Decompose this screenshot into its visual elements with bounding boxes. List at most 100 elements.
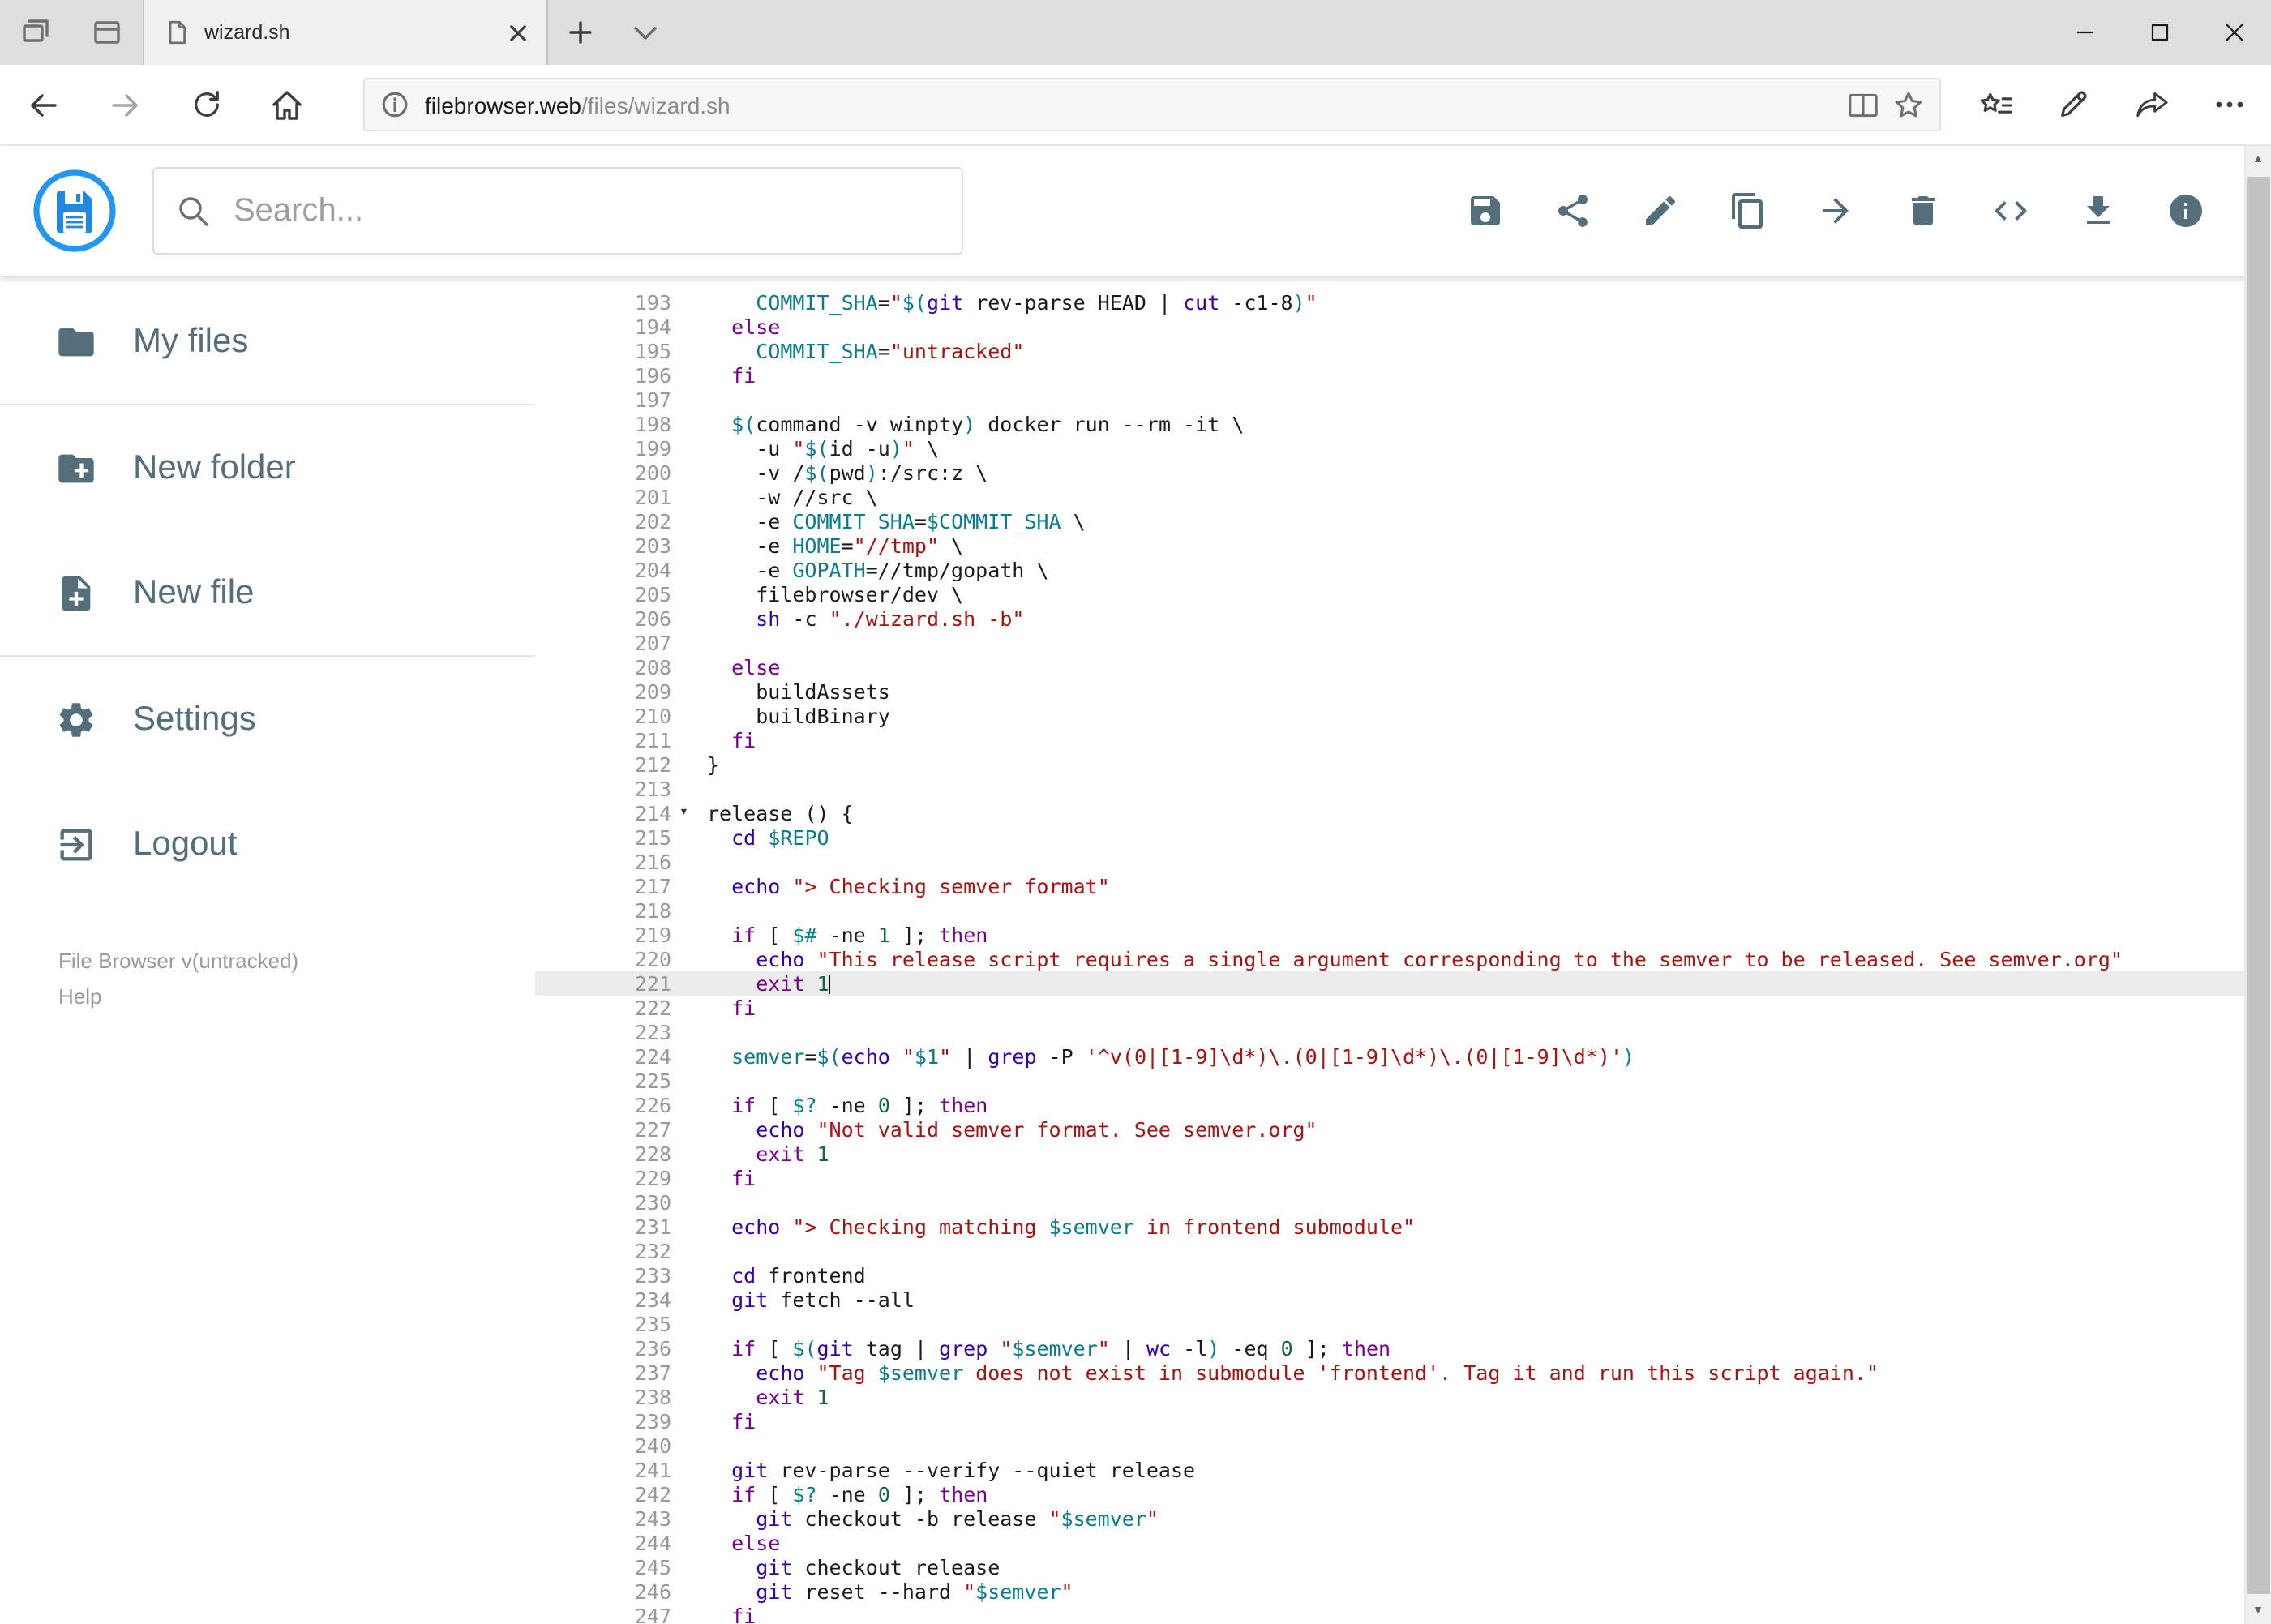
code-line[interactable]: 208 else bbox=[535, 655, 2271, 679]
web-note-button[interactable] bbox=[2034, 67, 2112, 142]
code-line[interactable]: 231 echo "> Checking matching $semver in… bbox=[535, 1215, 2271, 1239]
tab-close-icon[interactable] bbox=[509, 24, 527, 41]
tab-list-button[interactable] bbox=[613, 0, 678, 65]
code-line[interactable]: 220 echo "This release script requires a… bbox=[535, 947, 2271, 971]
code-line[interactable]: 230 bbox=[535, 1190, 2271, 1215]
code-line[interactable]: 237 echo "Tag $semver does not exist in … bbox=[535, 1360, 2271, 1385]
filebrowser-logo[interactable] bbox=[32, 169, 117, 253]
code-line[interactable]: 225 bbox=[535, 1069, 2271, 1093]
set-tabs-aside-button[interactable] bbox=[0, 0, 71, 65]
url-text[interactable]: filebrowser.web/files/wizard.sh bbox=[425, 92, 1832, 118]
browser-tab-active[interactable]: wizard.sh bbox=[143, 0, 548, 65]
fold-marker-icon[interactable]: ▾ bbox=[671, 801, 707, 825]
code-line[interactable]: 217 echo "> Checking semver format" bbox=[535, 874, 2271, 898]
share-button[interactable] bbox=[2112, 67, 2190, 142]
code-line[interactable]: 197 bbox=[535, 388, 2271, 412]
code-line[interactable]: 210 buildBinary bbox=[535, 704, 2271, 728]
code-line[interactable]: 227 echo "Not valid semver format. See s… bbox=[535, 1117, 2271, 1142]
code-line[interactable]: 216 bbox=[535, 850, 2271, 874]
code-line[interactable]: 212} bbox=[535, 752, 2271, 777]
code-line[interactable]: 244 else bbox=[535, 1531, 2271, 1555]
code-line[interactable]: 203 -e HOME="//tmp" \ bbox=[535, 533, 2271, 558]
copy-button[interactable] bbox=[1726, 190, 1768, 232]
code-line[interactable]: 234 git fetch --all bbox=[535, 1288, 2271, 1312]
code-line[interactable]: 221 exit 1 bbox=[535, 971, 2271, 996]
sidebar-item-my-files[interactable]: My files bbox=[0, 279, 535, 404]
tab-preview-button[interactable] bbox=[71, 0, 143, 65]
code-line[interactable]: 205 filebrowser/dev \ bbox=[535, 582, 2271, 606]
delete-button[interactable] bbox=[1901, 190, 1943, 232]
code-line[interactable]: 198 $(command -v winpty) docker run --rm… bbox=[535, 412, 2271, 436]
code-line[interactable]: 242 if [ $? -ne 0 ]; then bbox=[535, 1482, 2271, 1506]
save-button[interactable] bbox=[1463, 190, 1506, 232]
scroll-up-arrow[interactable]: ▲ bbox=[2245, 146, 2271, 174]
sidebar-item-new-folder[interactable]: New folder bbox=[0, 405, 535, 530]
sidebar-item-logout[interactable]: Logout bbox=[0, 782, 535, 906]
code-line[interactable]: 195 COMMIT_SHA="untracked" bbox=[535, 339, 2271, 363]
code-line[interactable]: 204 -e GOPATH=//tmp/gopath \ bbox=[535, 558, 2271, 582]
code-line[interactable]: 228 exit 1 bbox=[535, 1142, 2271, 1166]
code-line[interactable]: 224 semver=$(echo "$1" | grep -P '^v(0|[… bbox=[535, 1044, 2271, 1069]
code-line[interactable]: 215 cd $REPO bbox=[535, 825, 2271, 850]
search-box[interactable] bbox=[152, 167, 963, 255]
maximize-button[interactable] bbox=[2122, 0, 2196, 65]
code-line[interactable]: 226 if [ $? -ne 0 ]; then bbox=[535, 1093, 2271, 1117]
code-line[interactable]: 243 git checkout -b release "$semver" bbox=[535, 1506, 2271, 1531]
settings-more-button[interactable] bbox=[2190, 67, 2268, 142]
sidebar-item-settings[interactable]: Settings bbox=[0, 657, 535, 782]
address-bar[interactable]: filebrowser.web/files/wizard.sh bbox=[363, 78, 1940, 131]
new-tab-button[interactable] bbox=[548, 0, 613, 65]
code-line[interactable]: 196 fi bbox=[535, 363, 2271, 388]
scroll-down-arrow[interactable]: ▼ bbox=[2245, 1596, 2271, 1624]
code-line[interactable]: 201 -w //src \ bbox=[535, 485, 2271, 509]
sidebar-item-new-file[interactable]: New file bbox=[0, 530, 535, 655]
page-info-icon[interactable] bbox=[381, 91, 409, 118]
code-line[interactable]: 241 git rev-parse --verify --quiet relea… bbox=[535, 1458, 2271, 1482]
code-line[interactable]: 229 fi bbox=[535, 1166, 2271, 1190]
code-line[interactable]: 211 fi bbox=[535, 728, 2271, 752]
move-button[interactable] bbox=[1814, 190, 1856, 232]
forward-button[interactable] bbox=[84, 67, 165, 142]
code-line[interactable]: 214 ▾ release () { bbox=[535, 801, 2271, 825]
code-line[interactable]: 209 buildAssets bbox=[535, 679, 2271, 704]
code-line[interactable]: 232 bbox=[535, 1239, 2271, 1263]
code-line[interactable]: 245 git checkout release bbox=[535, 1555, 2271, 1579]
code-line[interactable]: 240 bbox=[535, 1433, 2271, 1458]
code-line[interactable]: 193 COMMIT_SHA="$(git rev-parse HEAD | c… bbox=[535, 290, 2271, 315]
raw-code-button[interactable] bbox=[1989, 190, 2031, 232]
code-line[interactable]: 200 -v /$(pwd):/src:z \ bbox=[535, 461, 2271, 485]
favorite-star-icon[interactable] bbox=[1893, 90, 1922, 119]
code-line[interactable]: 236 if [ $(git tag | grep "$semver" | wc… bbox=[535, 1336, 2271, 1360]
download-button[interactable] bbox=[2076, 190, 2119, 232]
scrollbar-thumb[interactable] bbox=[2247, 177, 2269, 1593]
code-line[interactable]: 206 sh -c "./wizard.sh -b" bbox=[535, 606, 2271, 631]
search-input[interactable] bbox=[230, 191, 939, 231]
code-line[interactable]: 199 -u "$(id -u)" \ bbox=[535, 436, 2271, 461]
code-line[interactable]: 239 fi bbox=[535, 1409, 2271, 1433]
code-editor[interactable]: 193 COMMIT_SHA="$(git rev-parse HEAD | c… bbox=[535, 276, 2271, 1624]
edit-button[interactable] bbox=[1639, 190, 1681, 232]
info-button[interactable] bbox=[2164, 190, 2206, 232]
back-button[interactable] bbox=[3, 67, 84, 142]
home-button[interactable] bbox=[246, 67, 328, 142]
minimize-button[interactable] bbox=[2047, 0, 2122, 65]
code-line[interactable]: 207 bbox=[535, 631, 2271, 655]
code-line[interactable]: 219 if [ $# -ne 1 ]; then bbox=[535, 923, 2271, 947]
code-line[interactable]: 246 git reset --hard "$semver" bbox=[535, 1579, 2271, 1604]
reading-view-icon[interactable] bbox=[1848, 92, 1877, 118]
share-file-button[interactable] bbox=[1551, 190, 1593, 232]
code-line[interactable]: 238 exit 1 bbox=[535, 1385, 2271, 1409]
code-line[interactable]: 233 cd frontend bbox=[535, 1263, 2271, 1288]
code-line[interactable]: 223 bbox=[535, 1020, 2271, 1044]
code-line[interactable]: 194 else bbox=[535, 315, 2271, 339]
code-line[interactable]: 222 fi bbox=[535, 996, 2271, 1020]
code-line[interactable]: 235 bbox=[535, 1312, 2271, 1336]
favorites-hub-button[interactable] bbox=[1956, 67, 2034, 142]
help-link[interactable]: Help bbox=[58, 984, 102, 1009]
close-window-button[interactable] bbox=[2196, 0, 2271, 65]
code-line[interactable]: 218 bbox=[535, 898, 2271, 923]
refresh-button[interactable] bbox=[165, 67, 246, 142]
page-scrollbar[interactable]: ▲ ▼ bbox=[2243, 146, 2271, 1624]
code-line[interactable]: 247 fi bbox=[535, 1604, 2271, 1624]
code-line[interactable]: 213 bbox=[535, 777, 2271, 801]
